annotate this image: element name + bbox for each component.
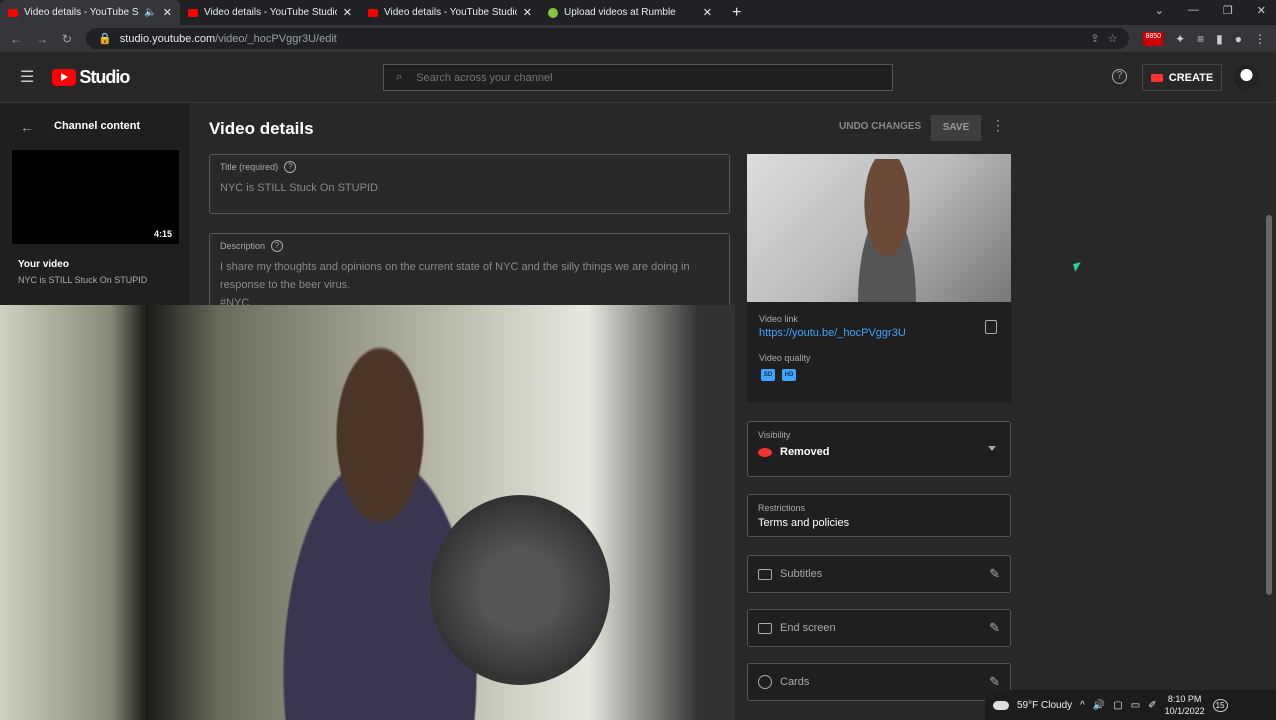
studio-logo[interactable]: Studio	[52, 67, 130, 88]
your-video-label: Your video	[18, 259, 69, 270]
new-tab-button[interactable]: +	[732, 0, 741, 25]
taskbar: 59°F Cloudy ^ 🔊 ▢ ▭ ✐ 8:10 PM 10/1/2022 1…	[985, 690, 1276, 720]
video-camera-icon	[1150, 73, 1163, 82]
tab-video-details-3[interactable]: Video details - YouTube Studio ✕	[360, 0, 540, 25]
close-tab-icon[interactable]: ✕	[703, 6, 712, 19]
undo-changes-button[interactable]: UNDO CHANGES	[839, 121, 921, 132]
lock-icon: 🔒	[98, 33, 112, 45]
profile-icon[interactable]: ●	[1235, 32, 1242, 46]
edit-pencil-icon[interactable]: ✎	[989, 566, 1000, 582]
notifications-badge[interactable]: 15	[1212, 698, 1228, 712]
more-options-icon[interactable]: ⋮	[991, 117, 1005, 134]
youtube-favicon-icon	[188, 8, 198, 17]
extension-badge[interactable]: 8850	[1143, 31, 1164, 46]
volume-icon[interactable]: 🔊	[1093, 700, 1105, 711]
help-icon[interactable]: ?	[284, 161, 297, 173]
minimize-icon[interactable]: —	[1188, 4, 1199, 17]
back-arrow-icon[interactable]: ←	[20, 119, 34, 135]
reload-icon[interactable]: ↻	[62, 32, 72, 46]
help-icon[interactable]: ?	[1112, 69, 1127, 84]
video-thumbnail[interactable]: 4:15	[12, 150, 179, 244]
restore-icon[interactable]: ❐	[1223, 4, 1233, 17]
dropdown-arrow-icon	[988, 446, 996, 451]
hd-badge: HD	[782, 369, 796, 381]
network-icon[interactable]: ▭	[1131, 700, 1140, 711]
back-icon[interactable]: ←	[10, 32, 22, 46]
search-icon: ⌕	[396, 71, 403, 83]
close-tab-icon[interactable]: ✕	[163, 6, 172, 19]
star-icon[interactable]: ☆	[1108, 32, 1118, 45]
duration-badge: 4:15	[150, 228, 175, 240]
cards-row[interactable]: Cards ✎	[747, 663, 1011, 701]
info-icon	[758, 675, 772, 689]
close-tab-icon[interactable]: ✕	[343, 6, 352, 19]
youtube-favicon-icon	[368, 8, 378, 17]
sidebar-video-title: NYC is STILL Stuck On STUPID	[18, 275, 148, 285]
reading-list-icon[interactable]: ≡	[1197, 32, 1204, 46]
close-tab-icon[interactable]: ✕	[523, 6, 532, 19]
webcam-overlay	[0, 305, 735, 720]
studio-header: ☰ Studio ⌕ ? CREATE	[0, 52, 1276, 103]
hamburger-menu-icon[interactable]: ☰	[20, 67, 34, 87]
channel-search[interactable]: ⌕	[383, 64, 893, 91]
speaker-icon[interactable]: 🔈	[144, 7, 156, 18]
tab-search-icon[interactable]: ⌄	[1155, 4, 1164, 17]
video-preview[interactable]	[747, 154, 1011, 302]
copy-icon[interactable]	[985, 320, 997, 334]
edit-pencil-icon[interactable]: ✎	[989, 674, 1000, 690]
tab-rumble[interactable]: Upload videos at Rumble ✕	[540, 0, 720, 25]
browser-menu-icon[interactable]: ⋮	[1254, 32, 1266, 46]
channel-content-link[interactable]: Channel content	[54, 120, 140, 132]
video-link[interactable]: https://youtu.be/_hocPVggr3U	[759, 327, 1011, 339]
edit-pencil-icon[interactable]: ✎	[989, 620, 1000, 636]
url-input[interactable]: 🔒 studio.youtube.com/video/_hocPVggr3U/ed…	[86, 28, 1130, 49]
create-button[interactable]: CREATE	[1142, 64, 1222, 91]
visibility-dropdown[interactable]: Visibility Removed	[747, 421, 1011, 477]
video-preview-panel: Video link https://youtu.be/_hocPVggr3U …	[747, 154, 1011, 402]
subtitles-icon	[758, 568, 772, 580]
page-title: Video details	[209, 119, 314, 138]
chevron-up-icon[interactable]: ^	[1080, 700, 1085, 711]
puzzle-icon[interactable]: ✦	[1175, 32, 1185, 46]
end-screen-row[interactable]: End screen ✎	[747, 609, 1011, 647]
sd-badge: SD	[761, 369, 775, 381]
rumble-favicon-icon	[548, 7, 558, 18]
avatar[interactable]	[1234, 65, 1259, 90]
address-bar-row: ← → ↻ 🔒 studio.youtube.com/video/_hocPVggr3…	[0, 25, 1276, 52]
youtube-favicon-icon	[8, 8, 18, 17]
search-input[interactable]	[416, 71, 880, 84]
tab-video-details-2[interactable]: Video details - YouTube Studio ✕	[180, 0, 360, 25]
end-screen-icon	[758, 622, 772, 634]
help-icon[interactable]: ?	[271, 240, 284, 252]
eye-off-icon	[758, 447, 772, 457]
weather-widget[interactable]: 59°F Cloudy	[1017, 700, 1072, 711]
pen-icon[interactable]: ✐	[1148, 700, 1156, 711]
subtitles-row[interactable]: Subtitles ✎	[747, 555, 1011, 593]
forward-icon[interactable]: →	[36, 32, 48, 46]
close-window-icon[interactable]: ✕	[1257, 4, 1266, 17]
save-button[interactable]: SAVE	[931, 115, 981, 141]
clock[interactable]: 8:10 PM 10/1/2022	[1165, 693, 1205, 717]
tab-video-details-1[interactable]: Video details - YouTube Studio🔈✕	[0, 0, 180, 25]
cloud-icon	[993, 700, 1009, 710]
title-field[interactable]: Title (required)? NYC is STILL Stuck On …	[209, 154, 730, 214]
tab-bar: Video details - YouTube Studio🔈✕ Video d…	[0, 0, 1276, 25]
restrictions-field[interactable]: Restrictions Terms and policies	[747, 494, 1011, 537]
side-panel-icon[interactable]: ▮	[1216, 32, 1223, 46]
camera-icon[interactable]: ▢	[1113, 700, 1122, 711]
youtube-logo-icon	[52, 68, 77, 86]
share-icon[interactable]: ⇪	[1090, 32, 1099, 45]
scrollbar[interactable]	[1266, 215, 1272, 595]
